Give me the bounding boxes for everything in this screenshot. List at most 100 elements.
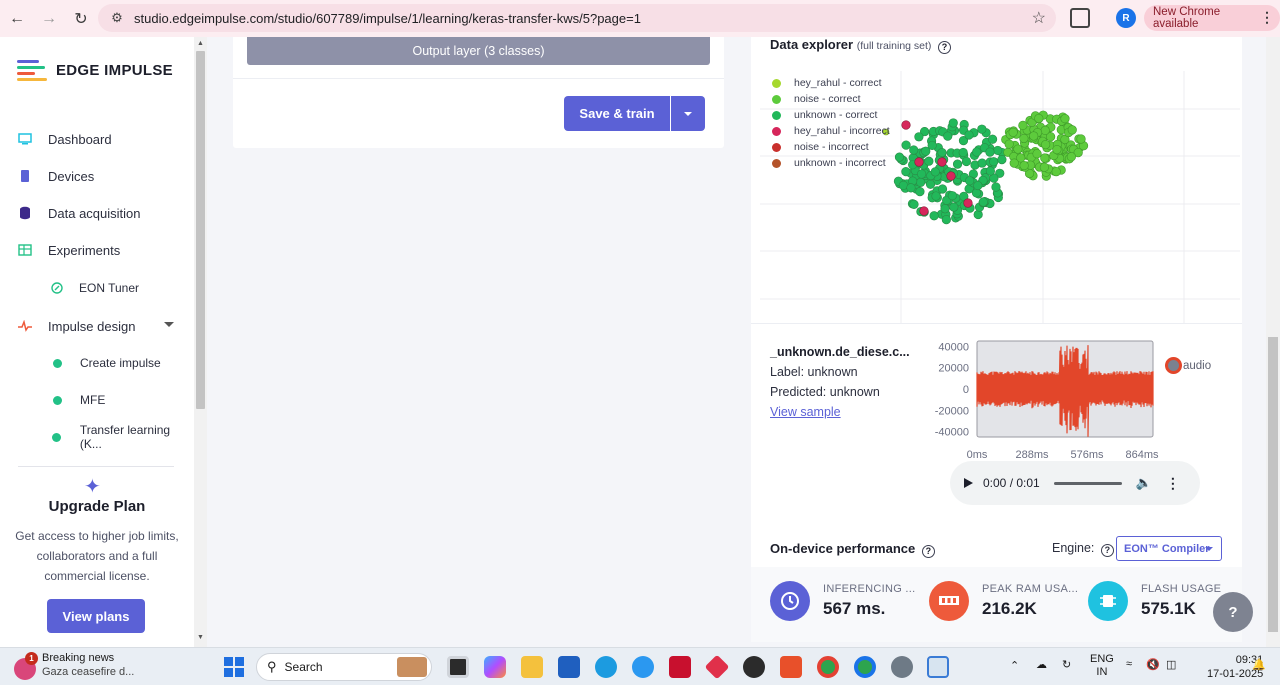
notification-bell-icon[interactable]: 🔔: [1252, 658, 1266, 671]
scatter-point: [940, 204, 950, 214]
mcafee-icon[interactable]: [669, 656, 691, 678]
search-icon: ⚲: [267, 659, 277, 674]
file-explorer-icon[interactable]: [521, 656, 543, 678]
wordpress-icon[interactable]: [743, 656, 765, 678]
audio-legend-swatch: [1165, 357, 1182, 374]
player-progress-track[interactable]: [1053, 481, 1122, 485]
more-options-icon[interactable]: ⋮: [1166, 475, 1180, 492]
sidebar-item-mfe[interactable]: MFE: [0, 382, 194, 418]
edge-impulse-logo[interactable]: EDGE IMPULSE: [17, 59, 173, 81]
scrollbar-thumb[interactable]: [196, 51, 205, 409]
sample-label: Label: unknown: [770, 365, 858, 379]
legend-item[interactable]: noise - correct: [772, 91, 890, 107]
scatter-point: [952, 159, 963, 169]
volume-mute-icon[interactable]: 🔇: [1146, 658, 1160, 671]
help-question-button[interactable]: ?: [1213, 592, 1253, 632]
engine-select[interactable]: EON™ Compiler: [1116, 536, 1222, 561]
profile-avatar[interactable]: R: [1116, 8, 1136, 28]
url-text[interactable]: studio.edgeimpulse.com/studio/607789/imp…: [134, 11, 641, 26]
reload-icon[interactable]: ↻: [66, 4, 96, 34]
browser-menu-icon[interactable]: ⋮: [1260, 9, 1274, 26]
sync-icon[interactable]: ↻: [1062, 658, 1071, 671]
scatter-point: [937, 184, 948, 194]
sidebar-item-transfer-learning[interactable]: Transfer learning (K...: [0, 419, 194, 455]
on-device-performance-title: On-device performance ?: [770, 541, 935, 558]
save-train-button[interactable]: Save & train: [564, 96, 670, 131]
save-options-dropdown[interactable]: [671, 96, 705, 131]
x-tick-label: 288ms: [1015, 449, 1049, 461]
metric-peak-ram: PEAK RAM USA... 216.2K: [929, 581, 1078, 621]
chrome-icon[interactable]: [817, 656, 839, 678]
windows-start-icon[interactable]: [224, 657, 244, 677]
scatter-point: [929, 211, 939, 221]
battery-icon[interactable]: ◫: [1166, 658, 1176, 671]
scatter-point: [901, 167, 911, 177]
language-code: ENG: [1090, 653, 1114, 665]
legend-label: noise - correct: [794, 93, 861, 105]
help-icon[interactable]: ?: [1100, 543, 1114, 557]
dot-icon: [50, 356, 64, 370]
settings-gear-icon[interactable]: [891, 656, 913, 678]
volume-icon[interactable]: 🔈: [1136, 475, 1152, 491]
scrollbar-thumb[interactable]: [1268, 337, 1278, 632]
sidebar-item-impulse-design[interactable]: Impulse design: [0, 308, 194, 344]
sidebar-item-experiments[interactable]: Experiments: [0, 232, 194, 268]
scatter-point: [985, 166, 995, 176]
language-indicator[interactable]: ENG IN: [1090, 653, 1114, 679]
sidebar-item-eon-tuner[interactable]: EON Tuner: [0, 270, 194, 306]
taskbar-search[interactable]: ⚲ Search: [256, 653, 432, 681]
scatter-point: [989, 157, 999, 167]
scatter-point: [914, 132, 924, 142]
task-view-icon[interactable]: [447, 656, 469, 678]
metric-label: FLASH USAGE: [1141, 583, 1222, 595]
scroll-up-icon[interactable]: ▲: [197, 40, 204, 47]
store-icon[interactable]: [558, 656, 580, 678]
sidebar-item-devices[interactable]: Devices: [0, 158, 194, 194]
wifi-icon[interactable]: ≈: [1126, 658, 1132, 670]
sidebar-item-data-acquisition[interactable]: Data acquisition: [0, 195, 194, 231]
edge-browser-icon[interactable]: [595, 656, 617, 678]
legend-item[interactable]: hey_rahul - correct: [772, 75, 890, 91]
chevron-down-icon[interactable]: [164, 322, 174, 327]
legend-item[interactable]: unknown - correct: [772, 107, 890, 123]
chrome-profile-icon[interactable]: [854, 656, 876, 678]
x-tick-label: 576ms: [1070, 449, 1104, 461]
scatter-point: [997, 155, 1007, 165]
news-widget[interactable]: 1 Breaking news Gaza ceasefire d...: [14, 652, 134, 680]
help-icon[interactable]: ?: [921, 544, 935, 558]
search-highlight-image: [397, 657, 427, 677]
sidebar-item-create-impulse[interactable]: Create impulse: [0, 345, 194, 381]
cloud-icon[interactable]: ☁: [1036, 658, 1047, 671]
scroll-down-icon[interactable]: ▼: [197, 634, 204, 641]
legend-item[interactable]: hey_rahul - incorrect: [772, 123, 890, 139]
snipping-tool-icon[interactable]: [927, 656, 949, 678]
scatter-point: [941, 215, 951, 225]
play-icon[interactable]: [964, 478, 973, 488]
sidebar-scrollbar[interactable]: ▲ ▼: [194, 37, 207, 647]
help-app-icon[interactable]: [632, 656, 654, 678]
extensions-icon[interactable]: [1070, 8, 1090, 28]
diamond-app-icon[interactable]: [704, 654, 730, 680]
site-info-icon[interactable]: ⚙: [108, 10, 126, 26]
sidebar-item-dashboard[interactable]: Dashboard: [0, 121, 194, 157]
back-icon[interactable]: ←: [2, 4, 32, 34]
office-icon[interactable]: [780, 656, 802, 678]
help-icon[interactable]: ?: [938, 40, 952, 54]
page-scrollbar[interactable]: [1266, 37, 1280, 647]
copilot-icon[interactable]: [484, 656, 506, 678]
chevron-up-icon[interactable]: ⌃: [1010, 659, 1019, 672]
metric-inferencing: INFERENCING ... 567 ms.: [770, 581, 916, 621]
forward-icon[interactable]: →: [34, 4, 64, 34]
new-chrome-available-button[interactable]: New Chrome available ⋮: [1144, 5, 1280, 31]
view-sample-link[interactable]: View sample: [770, 405, 841, 419]
address-bar[interactable]: ⚙ studio.edgeimpulse.com/studio/607789/i…: [98, 4, 1056, 32]
bookmark-star-icon[interactable]: ☆: [1032, 8, 1046, 28]
search-label: Search: [284, 660, 323, 674]
scatter-point: [946, 171, 956, 181]
audio-legend[interactable]: audio: [1165, 357, 1211, 374]
scatter-point: [1008, 127, 1018, 137]
scatter-point: [1076, 134, 1086, 144]
legend-item[interactable]: noise - incorrect: [772, 139, 890, 155]
view-plans-button[interactable]: View plans: [47, 599, 145, 633]
legend-item[interactable]: unknown - incorrect: [772, 155, 890, 171]
